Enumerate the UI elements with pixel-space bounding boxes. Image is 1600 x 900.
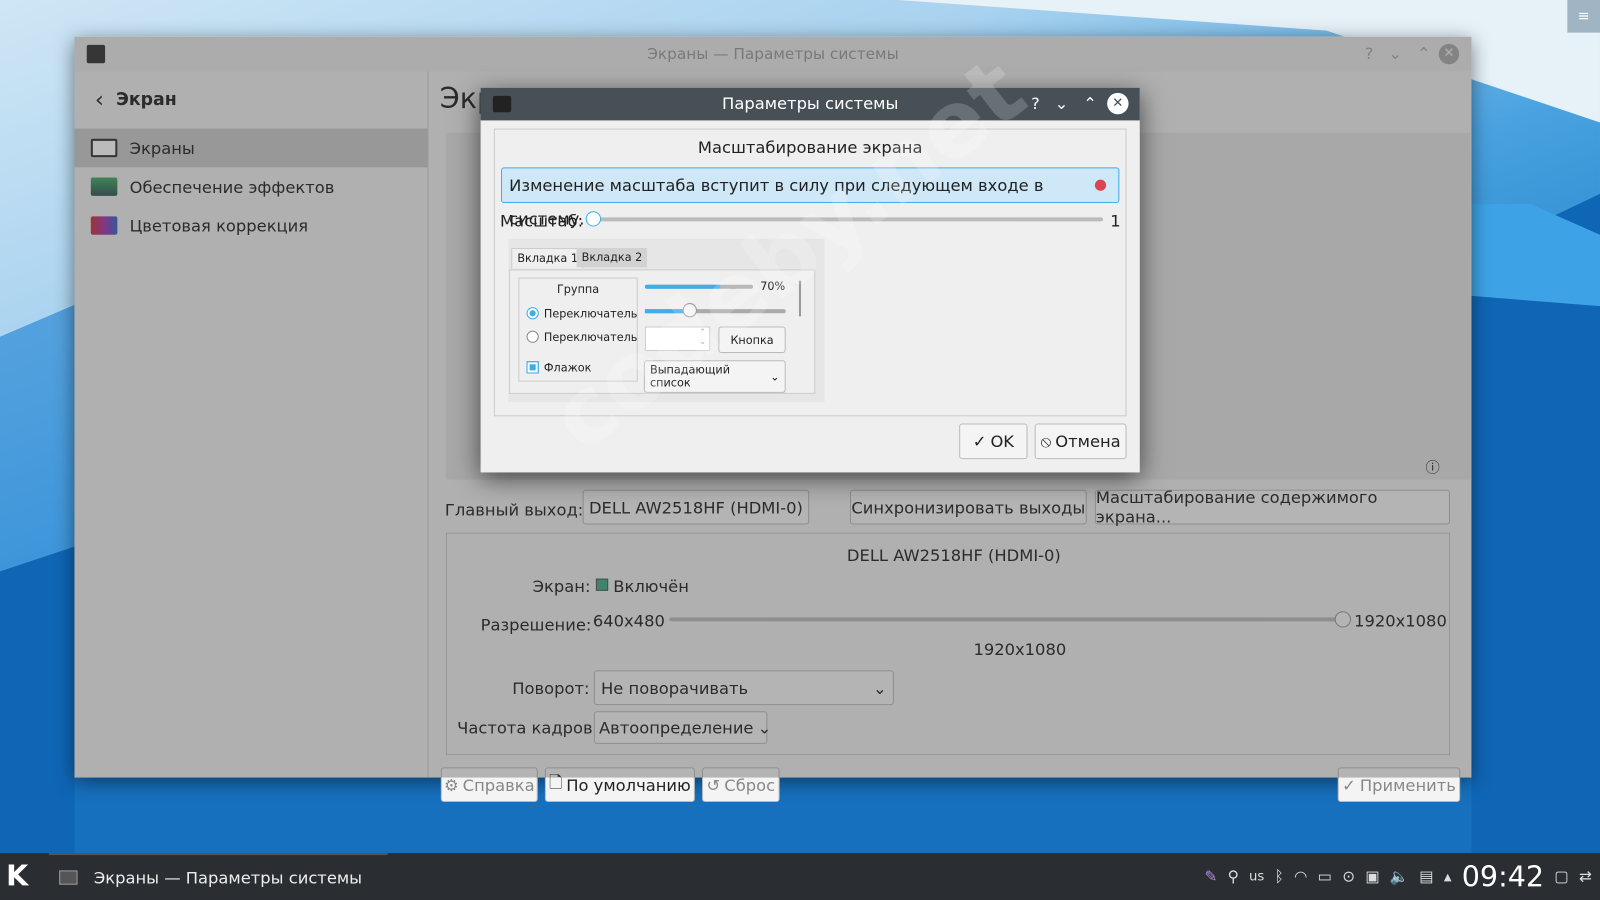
feather-icon[interactable]: ✎ (1205, 867, 1218, 885)
taskbar: K Экраны — Параметры системы ✎ ⚲ us ᛒ ◠ … (0, 853, 1600, 900)
tray-expand-icon[interactable]: ▴ (1444, 867, 1452, 885)
window-title: Экраны — Параметры системы (647, 44, 899, 64)
chevron-down-icon: ⌄ (770, 369, 780, 384)
back-icon: ‹ (94, 87, 104, 113)
dialog-title-bar: Параметры системы ? ⌄ ⌃ ✕ (480, 87, 1140, 121)
refresh-select[interactable]: Автоопределение ⌄ (593, 711, 771, 744)
device-icon[interactable]: ▣ (1365, 867, 1379, 885)
maximize-icon[interactable]: ⌃ (1083, 88, 1097, 121)
scale-dialog: Параметры системы ? ⌄ ⌃ ✕ Масштабировани… (480, 87, 1140, 473)
radio-checked[interactable] (526, 307, 539, 320)
resolution-slider[interactable] (669, 611, 1352, 628)
preview-combo[interactable]: Выпадающий список ⌄ (643, 360, 786, 393)
tab-1[interactable]: Вкладка 1 (511, 247, 585, 269)
kde-launcher-icon[interactable]: K (6, 859, 28, 893)
volume-icon[interactable]: 🔈 (1390, 867, 1409, 885)
radio-unchecked[interactable] (526, 330, 539, 343)
info-icon[interactable]: ⓘ (1425, 457, 1439, 477)
info-message: Изменение масштаба вступит в силу при сл… (501, 167, 1120, 229)
primary-output-select[interactable]: DELL AW2518HF (HDMI-0) (582, 489, 810, 525)
preview-slider[interactable] (644, 303, 786, 318)
slider-handle[interactable] (1334, 611, 1352, 628)
keyboard-layout[interactable]: us (1249, 869, 1264, 884)
back-button[interactable]: ‹ Экран (74, 71, 427, 128)
sidebar-item-color[interactable]: Цветовая коррекция (74, 206, 427, 245)
sidebar-item-screens[interactable]: Экраны (74, 128, 428, 168)
ok-button[interactable]: ✓ OK (959, 423, 1028, 460)
battery-icon[interactable]: ▭ (1318, 867, 1332, 885)
enabled-checkbox[interactable] (595, 578, 609, 591)
system-tray: ✎ ⚲ us ᛒ ◠ ▭ ⊙ ▣ 🔈 ▤ ▴ 09:42 ▢ ⇄ (1205, 853, 1592, 900)
updates-icon[interactable]: ⊙ (1342, 867, 1355, 885)
sidebar-item-effects[interactable]: Обеспечение эффектов (74, 167, 427, 206)
kdeconnect-icon[interactable]: ⚲ (1228, 867, 1239, 885)
app-icon (86, 44, 106, 64)
effects-icon (90, 177, 118, 196)
help-icon[interactable]: ? (1365, 37, 1374, 72)
wifi-icon[interactable]: ◠ (1294, 867, 1307, 885)
output-panel: DELL AW2518HF (HDMI-0) Экран: Включён Ра… (445, 532, 1450, 756)
preview-button[interactable]: Кнопка (718, 326, 786, 354)
menu-icon[interactable]: ≡ (1567, 0, 1600, 33)
show-desktop-icon[interactable]: ▢ (1554, 867, 1568, 885)
chevron-down-icon: ⌄ (757, 717, 772, 738)
slider-handle[interactable] (682, 303, 698, 318)
scale-slider[interactable] (585, 211, 1104, 227)
defaults-button[interactable]: 🗋 По умолчанию (544, 767, 695, 803)
progress-bar (644, 284, 754, 289)
minimize-icon[interactable]: ⌄ (1055, 88, 1069, 121)
tab-2[interactable]: Вкладка 2 (576, 247, 648, 268)
reset-button[interactable]: ↺ Сброс (702, 767, 780, 803)
dialog-frame: Масштабирование экрана Изменение масштаб… (493, 128, 1127, 417)
checkbox[interactable] (526, 361, 539, 374)
help-icon[interactable]: ? (1031, 88, 1040, 121)
task-item[interactable]: Экраны — Параметры системы (48, 853, 388, 900)
color-icon (90, 216, 118, 235)
scrollbar[interactable] (798, 280, 802, 317)
monitor-icon (90, 138, 118, 158)
tab-panel: Группа Переключатель Переключатель Флажо… (509, 269, 816, 394)
minimize-icon[interactable]: ⌄ (1388, 37, 1402, 72)
close-icon[interactable]: ✕ (1438, 43, 1460, 65)
help-button[interactable]: ⚙ Справка (440, 767, 538, 803)
clipboard-icon[interactable]: ▤ (1419, 867, 1433, 885)
sidebar: ‹ Экран Экраны Обеспечение эффектов Цвето… (74, 71, 429, 778)
scale-content-button[interactable]: Масштабирование содержимого экрана... (1094, 488, 1450, 527)
bluetooth-icon[interactable]: ᛒ (1275, 867, 1284, 885)
sync-outputs-button[interactable]: Синхронизировать выходы (849, 489, 1087, 525)
panel-settings-icon[interactable]: ⇄ (1579, 867, 1592, 885)
clock[interactable]: 09:42 (1462, 860, 1544, 894)
apply-button[interactable]: ✓ Применить (1337, 767, 1461, 803)
close-message-icon[interactable] (1094, 179, 1107, 191)
app-icon (492, 95, 512, 113)
slider-handle[interactable] (585, 211, 602, 227)
spinbox[interactable]: ⌃ ⌄ (644, 326, 711, 352)
title-bar: Экраны — Параметры системы ? ⌄ ⌃ ✕ (74, 36, 1472, 72)
maximize-icon[interactable]: ⌃ (1417, 37, 1431, 72)
cancel-button[interactable]: ⦸ Отмена (1034, 423, 1127, 460)
style-preview: Вкладка 1 Вкладка 2 Группа Переключатель… (508, 238, 825, 403)
rotation-select[interactable]: Не поворачивать ⌄ (593, 670, 894, 706)
chevron-down-icon: ⌄ (873, 678, 887, 698)
group-box: Группа Переключатель Переключатель Флажо… (518, 277, 638, 382)
app-icon (59, 870, 78, 885)
close-icon[interactable]: ✕ (1107, 92, 1129, 115)
